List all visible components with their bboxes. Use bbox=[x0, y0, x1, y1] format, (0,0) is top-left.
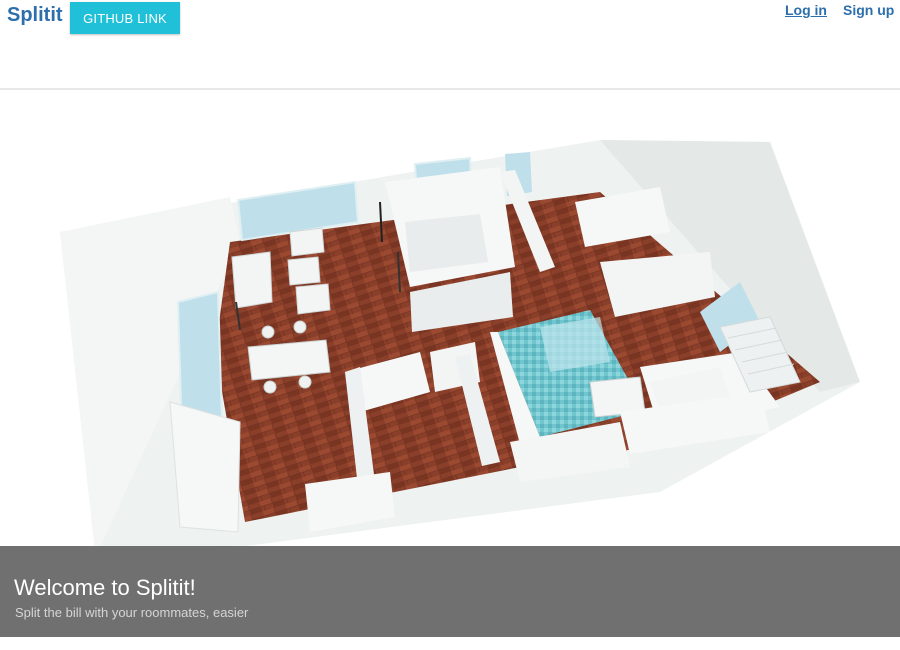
hero-title: Welcome to Splitit! bbox=[14, 575, 196, 600]
login-link[interactable]: Log in bbox=[785, 2, 827, 18]
hero-caption-overlay: Welcome to Splitit! bbox=[0, 546, 900, 637]
hero-subtitle: Split the bill with your roommates, easi… bbox=[15, 605, 249, 620]
top-navbar: Splitit GITHUB LINK Log in Sign up bbox=[0, 0, 900, 90]
signup-link[interactable]: Sign up bbox=[843, 2, 894, 18]
brand-logo[interactable]: Splitit bbox=[7, 4, 63, 27]
github-link-button[interactable]: GITHUB LINK bbox=[70, 2, 180, 34]
page-footer-strip bbox=[0, 637, 900, 650]
